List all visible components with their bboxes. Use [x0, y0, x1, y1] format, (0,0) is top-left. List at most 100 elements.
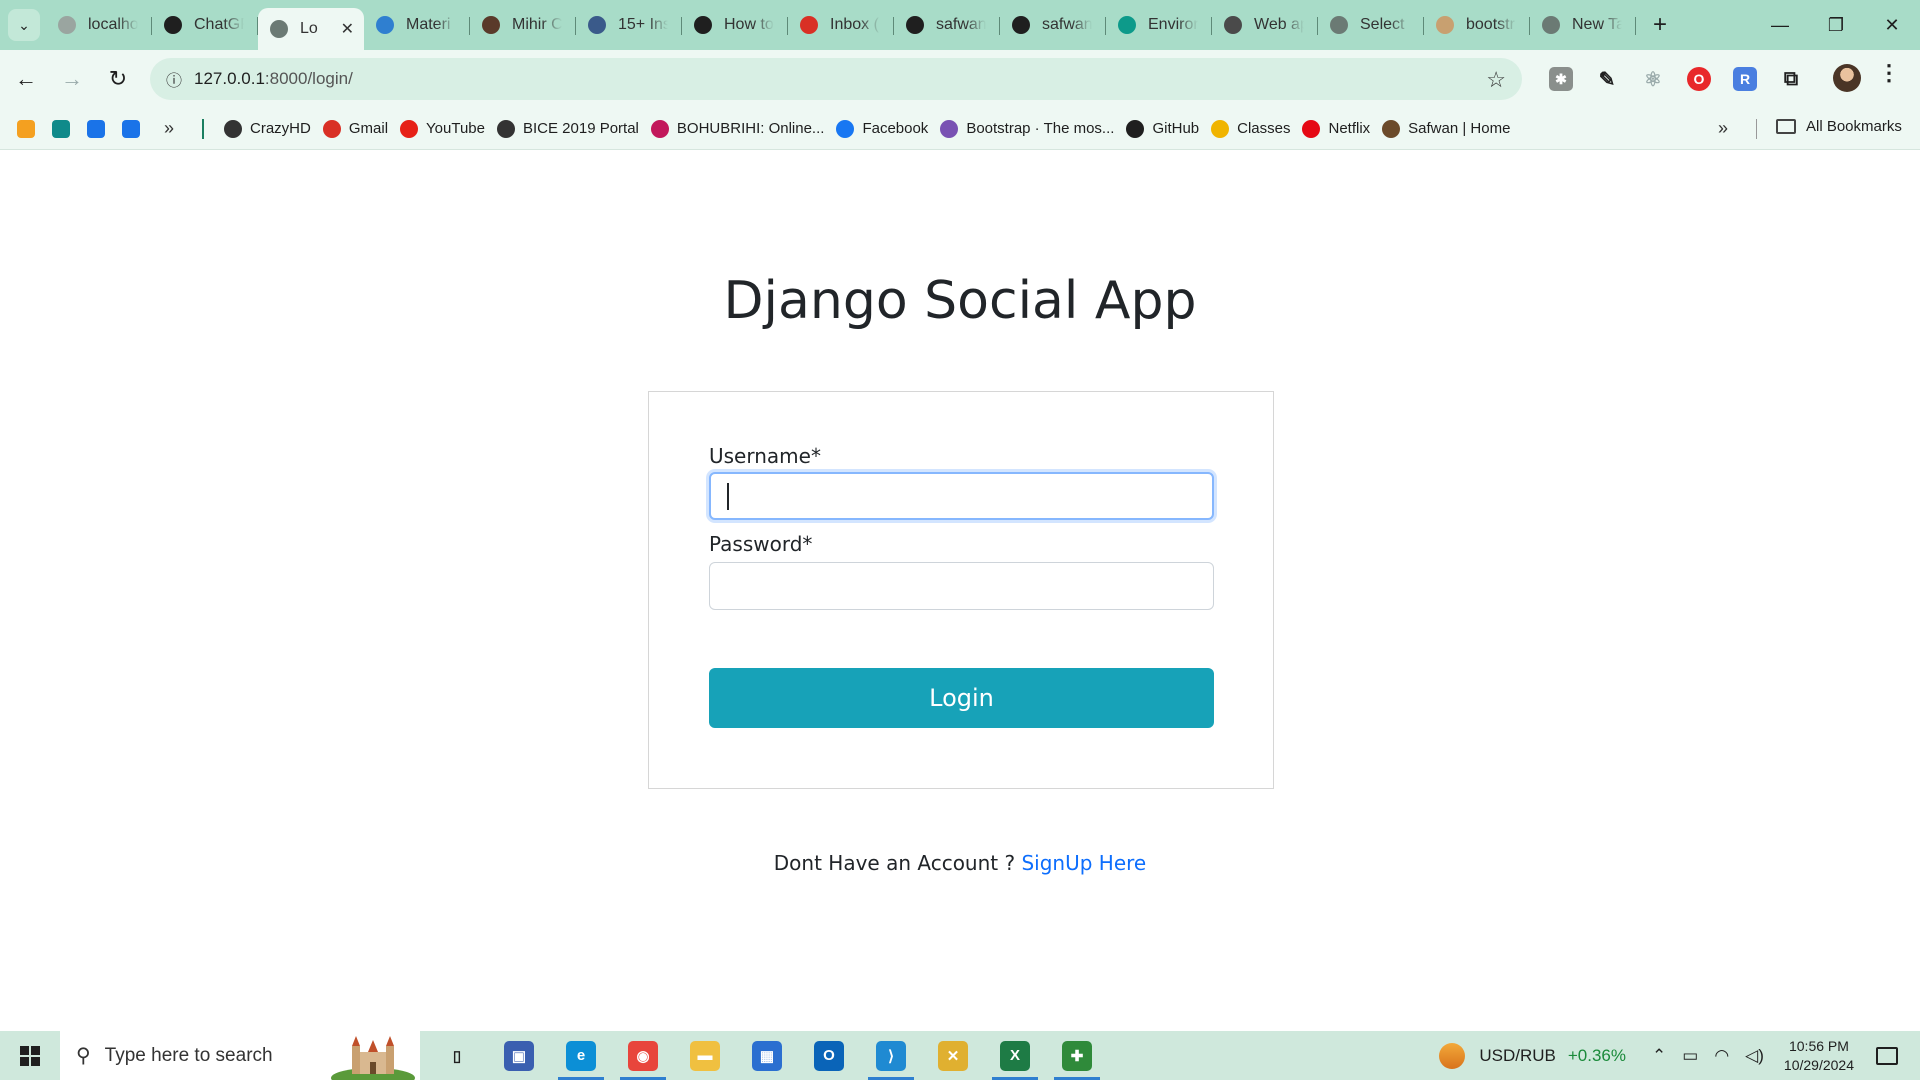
r-extension-icon[interactable]: R [1722, 58, 1768, 100]
browser-tab[interactable]: safwan [894, 0, 1000, 50]
bookmark-apps [0, 119, 140, 138]
file-explorer-taskbar-button[interactable]: ▬ [674, 1031, 736, 1080]
browser-tab[interactable]: Inbox ( [788, 0, 894, 50]
avatar-icon [482, 16, 500, 34]
bookmark-app-icon[interactable] [52, 119, 70, 138]
bookmark-item[interactable]: GitHub [1126, 119, 1199, 138]
bookmark-item[interactable]: Netflix [1302, 119, 1370, 138]
tab-title: safwan [1042, 16, 1092, 33]
bookmark-item[interactable]: Classes [1211, 119, 1290, 138]
battery-icon[interactable]: ▭ [1682, 1046, 1698, 1066]
browser-tab[interactable]: Select [1318, 0, 1424, 50]
bookmark-separator [202, 118, 205, 139]
password-input[interactable] [709, 562, 1214, 610]
classroom-icon [1211, 119, 1230, 138]
vscode-taskbar-button[interactable]: ⟩ [860, 1031, 922, 1080]
task-view-taskbar-button[interactable]: ▯ [426, 1031, 488, 1080]
username-label: Username* [709, 444, 821, 468]
bookmark-item[interactable]: Bootstrap · The mos... [940, 119, 1114, 138]
minimize-icon[interactable]: — [1752, 0, 1808, 50]
browser-tab[interactable]: safwan [1000, 0, 1106, 50]
pen-icon [1224, 16, 1242, 34]
bookmark-label: BOHUBRIHI: Online... [676, 120, 825, 137]
bug-extension-icon[interactable]: ✱ [1538, 58, 1584, 100]
reload-icon[interactable]: ↻ [98, 59, 138, 99]
taskbar-search[interactable]: ⚲ Type here to search [60, 1031, 420, 1080]
all-bookmarks-button[interactable]: All Bookmarks [1776, 118, 1902, 135]
apps-more-icon[interactable]: » [164, 118, 174, 139]
browser-tab[interactable]: How to [682, 0, 788, 50]
bookmark-item[interactable]: Gmail [322, 119, 388, 138]
browser-tab[interactable]: Lo ✕ [258, 8, 364, 50]
chatgpt-icon [164, 16, 182, 34]
opera-extension-icon[interactable]: O [1676, 58, 1722, 100]
bookmark-item[interactable]: Safwan | Home [1382, 119, 1510, 138]
browser-menu-icon[interactable]: ⋮ [1878, 60, 1900, 86]
system-tray: USD/RUB +0.36% ⌃ ▭ ◠ ◁) 10:56 PM 10/29/2… [1439, 1031, 1920, 1080]
bookmark-item[interactable]: Facebook [836, 119, 928, 138]
close-window-icon[interactable]: ✕ [1864, 0, 1920, 50]
browser-tab[interactable]: New Ta [1530, 0, 1636, 50]
bookmark-item[interactable]: BICE 2019 Portal [496, 119, 639, 138]
taskbar: ⚲ Type here to search ▯ ▣ e ◉ ▬ ▦ O ⟩ ✕ X ✚ USD/RU… [0, 1031, 1920, 1080]
mui-icon [376, 16, 394, 34]
browser-tab[interactable]: Mihir C [470, 0, 576, 50]
tab-title: New Ta [1572, 16, 1622, 33]
bookmark-item[interactable]: BOHUBRIHI: Online... [650, 119, 825, 138]
tab-title: 15+ Ins [618, 16, 668, 33]
bookmarks-overflow-icon[interactable]: » [1718, 118, 1728, 139]
browser-tab[interactable]: Enviror [1106, 0, 1212, 50]
new-tab-button[interactable]: + [1644, 9, 1676, 41]
eyedropper-extension-icon[interactable]: ✎ [1584, 58, 1630, 100]
chrome-taskbar-button[interactable]: ◉ [612, 1031, 674, 1080]
excel-icon: X [1000, 1040, 1030, 1071]
url-text[interactable]: 127.0.0.1:8000/login/ [194, 69, 353, 89]
bookmark-star-icon[interactable]: ☆ [1486, 67, 1506, 93]
app-blue-taskbar-button[interactable]: ▣ [488, 1031, 550, 1080]
browser-tab[interactable]: ChatGP [152, 0, 258, 50]
tab-title: Materi [406, 16, 451, 33]
browser-tab[interactable]: localho [46, 0, 152, 50]
chevron-up-icon[interactable]: ⌃ [1652, 1046, 1666, 1066]
tab-search-chevron-icon[interactable]: ⌄ [8, 9, 40, 41]
outlook-taskbar-button[interactable]: O [798, 1031, 860, 1080]
address-bar[interactable]: ⓘ 127.0.0.1:8000/login/ ☆ [150, 58, 1522, 100]
restore-icon[interactable]: ❐ [1808, 0, 1864, 50]
excel-taskbar-button[interactable]: X [984, 1031, 1046, 1080]
bookmark-app-icon[interactable] [122, 119, 140, 138]
ms-store-taskbar-button[interactable]: ▦ [736, 1031, 798, 1080]
login-button[interactable]: Login [709, 668, 1214, 728]
app-yellow-taskbar-button[interactable]: ✕ [922, 1031, 984, 1080]
clock[interactable]: 10:56 PM 10/29/2024 [1784, 1037, 1854, 1075]
react-extension-icon[interactable]: ⚛ [1630, 58, 1676, 100]
ticker-label: USD/RUB [1479, 1045, 1556, 1065]
profile-avatar[interactable] [1833, 64, 1861, 92]
bookmark-item[interactable]: YouTube [400, 119, 485, 138]
bookmark-item[interactable]: CrazyHD [224, 119, 311, 138]
username-input[interactable] [709, 472, 1214, 520]
wifi-icon[interactable]: ◠ [1714, 1046, 1729, 1066]
chrome-icon: ◉ [628, 1040, 658, 1071]
app-green-taskbar-button[interactable]: ✚ [1046, 1031, 1108, 1080]
close-tab-icon[interactable]: ✕ [341, 19, 354, 39]
page-content: Django Social App Username* Password* Lo… [0, 151, 1920, 1031]
browser-tab[interactable]: Web ap [1212, 0, 1318, 50]
bookmark-app-icon[interactable] [87, 119, 105, 138]
edge-taskbar-button[interactable]: e [550, 1031, 612, 1080]
currency-widget[interactable]: USD/RUB +0.36% [1439, 1042, 1626, 1069]
notification-icon[interactable] [1876, 1046, 1898, 1065]
back-arrow-icon[interactable]: ← [6, 59, 46, 99]
site-info-icon[interactable]: ⓘ [154, 67, 194, 91]
browser-tab[interactable]: 15+ Ins [576, 0, 682, 50]
bookmark-app-icon[interactable] [17, 119, 35, 138]
signup-link[interactable]: SignUp Here [1021, 851, 1146, 875]
tab-title: Mihir C [512, 16, 562, 33]
browser-tab[interactable]: Materi [364, 0, 470, 50]
signup-prompt: Dont Have an Account ? SignUp Here [0, 851, 1920, 875]
start-button[interactable] [0, 1031, 60, 1080]
browser-tab[interactable]: bootstr [1424, 0, 1530, 50]
volume-icon[interactable]: ◁) [1745, 1046, 1764, 1066]
tab-title: safwan [936, 16, 986, 33]
forward-arrow-icon[interactable]: → [52, 59, 92, 99]
extensions-puzzle-icon[interactable]: ⧉ [1768, 58, 1814, 100]
